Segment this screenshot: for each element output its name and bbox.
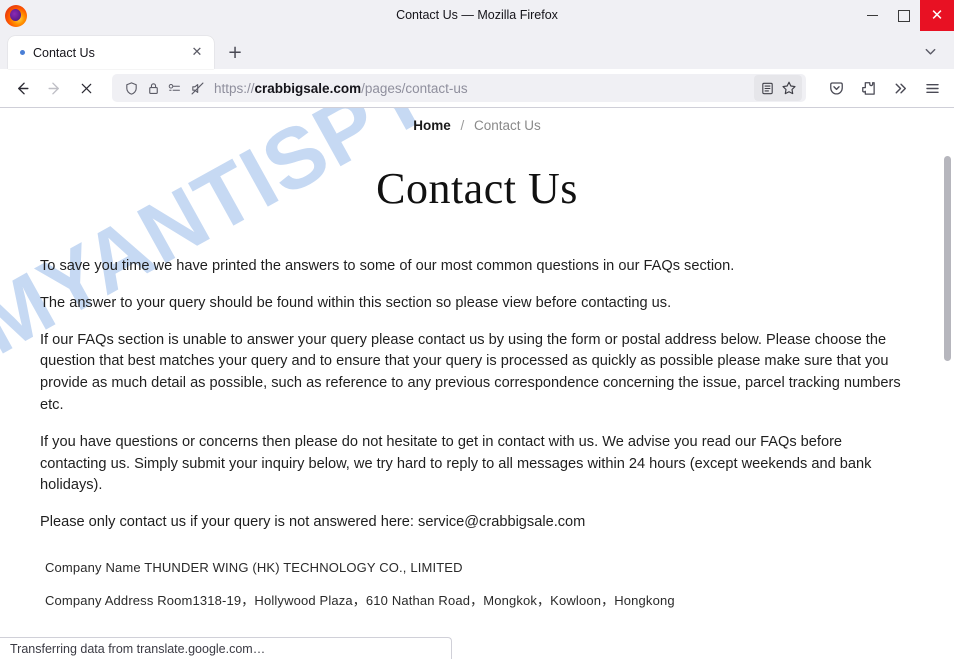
company-details: Company Name THUNDER WING (HK) TECHNOLOG…: [0, 558, 954, 610]
paragraph-contact-email: Please only contact us if your query is …: [40, 514, 586, 531]
autoplay-blocked-icon[interactable]: [186, 77, 208, 99]
urlbar-action-buttons: [754, 75, 802, 101]
stop-x-icon: [81, 83, 91, 93]
site-permissions-icon[interactable]: [164, 77, 186, 99]
extensions-button[interactable]: [852, 73, 884, 103]
browser-window: Contact Us — Mozilla Firefox ✕ Contact U…: [0, 0, 954, 659]
vertical-scrollbar-thumb[interactable]: [944, 156, 951, 361]
pocket-button[interactable]: [820, 73, 852, 103]
firefox-logo-icon: [5, 4, 27, 27]
paragraph: If our FAQs section is unable to answer …: [40, 331, 901, 413]
url-scheme: https://: [214, 80, 255, 96]
status-bar: Transferring data from translate.google.…: [0, 637, 452, 659]
url-text[interactable]: https://crabbigsale.com/pages/contact-us: [214, 81, 754, 96]
reader-view-icon[interactable]: [756, 77, 778, 99]
company-name-line: Company Name THUNDER WING (HK) TECHNOLOG…: [45, 559, 463, 575]
url-path: /pages/contact-us: [361, 80, 468, 96]
new-tab-button[interactable]: +: [220, 37, 250, 67]
arrow-right-icon: [47, 81, 59, 95]
app-menu-button[interactable]: [916, 73, 948, 103]
window-controls: ✕: [856, 0, 954, 31]
window-title: Contact Us — Mozilla Firefox: [396, 8, 558, 22]
minimize-button[interactable]: [856, 0, 888, 31]
page-title: Contact Us: [376, 164, 578, 213]
tab-close-icon[interactable]: ✕: [188, 44, 206, 62]
breadcrumb-current: Contact Us: [474, 118, 541, 133]
maximize-icon: [898, 9, 910, 22]
paragraph: The answer to your query should be found…: [40, 294, 672, 311]
close-window-button[interactable]: ✕: [920, 0, 954, 31]
tab-title: Contact Us: [33, 45, 95, 60]
list-all-tabs-button[interactable]: [914, 35, 946, 67]
overflow-menu-button[interactable]: [884, 73, 916, 103]
title-bar: Contact Us — Mozilla Firefox ✕: [0, 0, 954, 31]
navigation-toolbar: https://crabbigsale.com/pages/contact-us: [0, 69, 954, 107]
page-viewport: MYANTISPYWARE.COM Home / Contact Us Cont…: [0, 107, 954, 659]
tab-bar: Contact Us ✕ +: [0, 31, 954, 69]
extension-puzzle-icon: [861, 81, 875, 95]
double-chevron-right-icon: [895, 83, 906, 93]
breadcrumb: Home / Contact Us: [0, 108, 954, 133]
plus-icon: +: [227, 41, 243, 63]
back-button[interactable]: [6, 73, 38, 103]
chevron-down-icon: [925, 48, 935, 55]
page-content: Home / Contact Us Contact Us To save you…: [0, 108, 954, 610]
tab-loading-indicator-icon: [20, 50, 25, 55]
web-page: MYANTISPYWARE.COM Home / Contact Us Cont…: [0, 108, 954, 659]
browser-tab[interactable]: Contact Us ✕: [8, 36, 214, 69]
minimize-icon: [866, 15, 878, 16]
arrow-left-icon: [17, 81, 29, 95]
paragraph: To save you time we have printed the ans…: [40, 258, 735, 274]
hamburger-menu-icon: [925, 83, 939, 93]
url-host: crabbigsale.com: [254, 80, 362, 96]
pocket-icon: [829, 81, 843, 95]
breadcrumb-separator: /: [460, 118, 465, 133]
status-bar-text: Transferring data from translate.google.…: [10, 641, 266, 656]
toolbar-right-buttons: [820, 73, 948, 103]
forward-button[interactable]: [38, 73, 70, 103]
url-bar[interactable]: https://crabbigsale.com/pages/contact-us: [112, 74, 806, 102]
body-copy: To save you time we have printed the ans…: [0, 256, 954, 534]
paragraph: If you have questions or concerns then p…: [40, 433, 872, 494]
vertical-scrollbar[interactable]: [941, 108, 954, 659]
breadcrumb-home-link[interactable]: Home: [413, 118, 451, 133]
close-icon: ✕: [930, 6, 944, 24]
company-address-line: Company Address Room1318-19，Hollywood Pl…: [45, 592, 675, 608]
connection-lock-icon[interactable]: [142, 77, 164, 99]
tracking-protection-shield-icon[interactable]: [120, 77, 142, 99]
bookmark-star-icon[interactable]: [778, 77, 800, 99]
maximize-button[interactable]: [888, 0, 920, 31]
stop-loading-button[interactable]: [70, 73, 102, 103]
